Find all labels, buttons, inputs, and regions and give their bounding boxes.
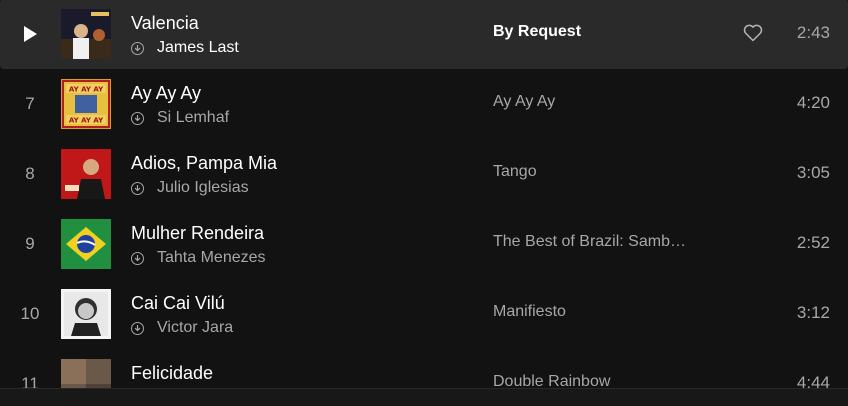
track-album[interactable]: Tango <box>493 163 537 181</box>
tracklist: Valencia James Last By Request 2:43 7 AY… <box>0 0 848 388</box>
track-number: 11 <box>21 374 39 388</box>
track-duration: 4:20 <box>796 93 830 112</box>
download-icon <box>131 111 144 125</box>
track-duration: 3:05 <box>796 163 830 182</box>
track-album[interactable]: Double Rainbow <box>493 373 610 388</box>
svg-text:AY AY AY: AY AY AY <box>69 117 104 125</box>
svg-text:AY AY AY: AY AY AY <box>69 86 104 94</box>
track-artist[interactable]: Tahta Menezes <box>157 249 266 267</box>
track-title[interactable]: Cai Cai Vilú <box>131 293 225 314</box>
album-cover <box>61 149 111 199</box>
play-icon[interactable] <box>24 26 37 42</box>
player-bar <box>0 388 848 406</box>
track-duration: 3:12 <box>796 303 830 322</box>
track-title[interactable]: Adios, Pampa Mia <box>131 153 277 174</box>
track-artist[interactable]: Julio Iglesias <box>157 179 249 197</box>
track-duration: 2:43 <box>796 23 830 42</box>
track-album[interactable]: Manifiesto <box>493 303 566 321</box>
download-icon <box>131 251 144 265</box>
track-album[interactable]: By Request <box>493 23 581 41</box>
track-album[interactable]: The Best of Brazil: Samb… <box>493 233 686 251</box>
track-number: 9 <box>25 234 35 253</box>
track-title[interactable]: Mulher Rendeira <box>131 223 264 244</box>
album-cover <box>61 359 111 388</box>
track-row[interactable]: 8 Adios, Pampa Mia Julio Iglesias Tango … <box>0 139 848 209</box>
album-cover <box>61 9 111 59</box>
heart-icon[interactable] <box>743 24 763 47</box>
track-number: 8 <box>25 164 35 183</box>
download-icon <box>131 41 144 55</box>
track-duration: 4:44 <box>796 373 830 388</box>
track-row[interactable]: 10 Cai Cai Vilú Victor Jara Manifiesto 3… <box>0 279 848 349</box>
album-cover <box>61 289 111 339</box>
track-artist[interactable]: Si Lemhaf <box>157 109 229 127</box>
track-artist[interactable]: James Last <box>157 39 239 57</box>
track-row[interactable]: 11 Felicidade Double Rainbow 4:44 <box>0 349 848 388</box>
track-duration: 2:52 <box>796 233 830 252</box>
track-artist[interactable]: Victor Jara <box>157 319 233 337</box>
track-row[interactable]: 9 Mulher Rendeira Tahta Menezes The Best… <box>0 209 848 279</box>
track-title[interactable]: Felicidade <box>131 363 213 384</box>
download-icon <box>131 321 144 335</box>
download-icon <box>131 181 144 195</box>
track-row[interactable]: 7 AY AY AY AY AY AY Ay Ay Ay Si Lemhaf A… <box>0 69 848 139</box>
album-cover: AY AY AY AY AY AY <box>61 79 111 129</box>
track-title[interactable]: Ay Ay Ay <box>131 83 201 104</box>
track-title[interactable]: Valencia <box>131 13 199 34</box>
track-row[interactable]: Valencia James Last By Request 2:43 <box>0 0 848 69</box>
track-number: 7 <box>25 94 35 113</box>
album-cover <box>61 219 111 269</box>
track-album[interactable]: Ay Ay Ay <box>493 93 555 111</box>
track-number: 10 <box>20 304 40 323</box>
